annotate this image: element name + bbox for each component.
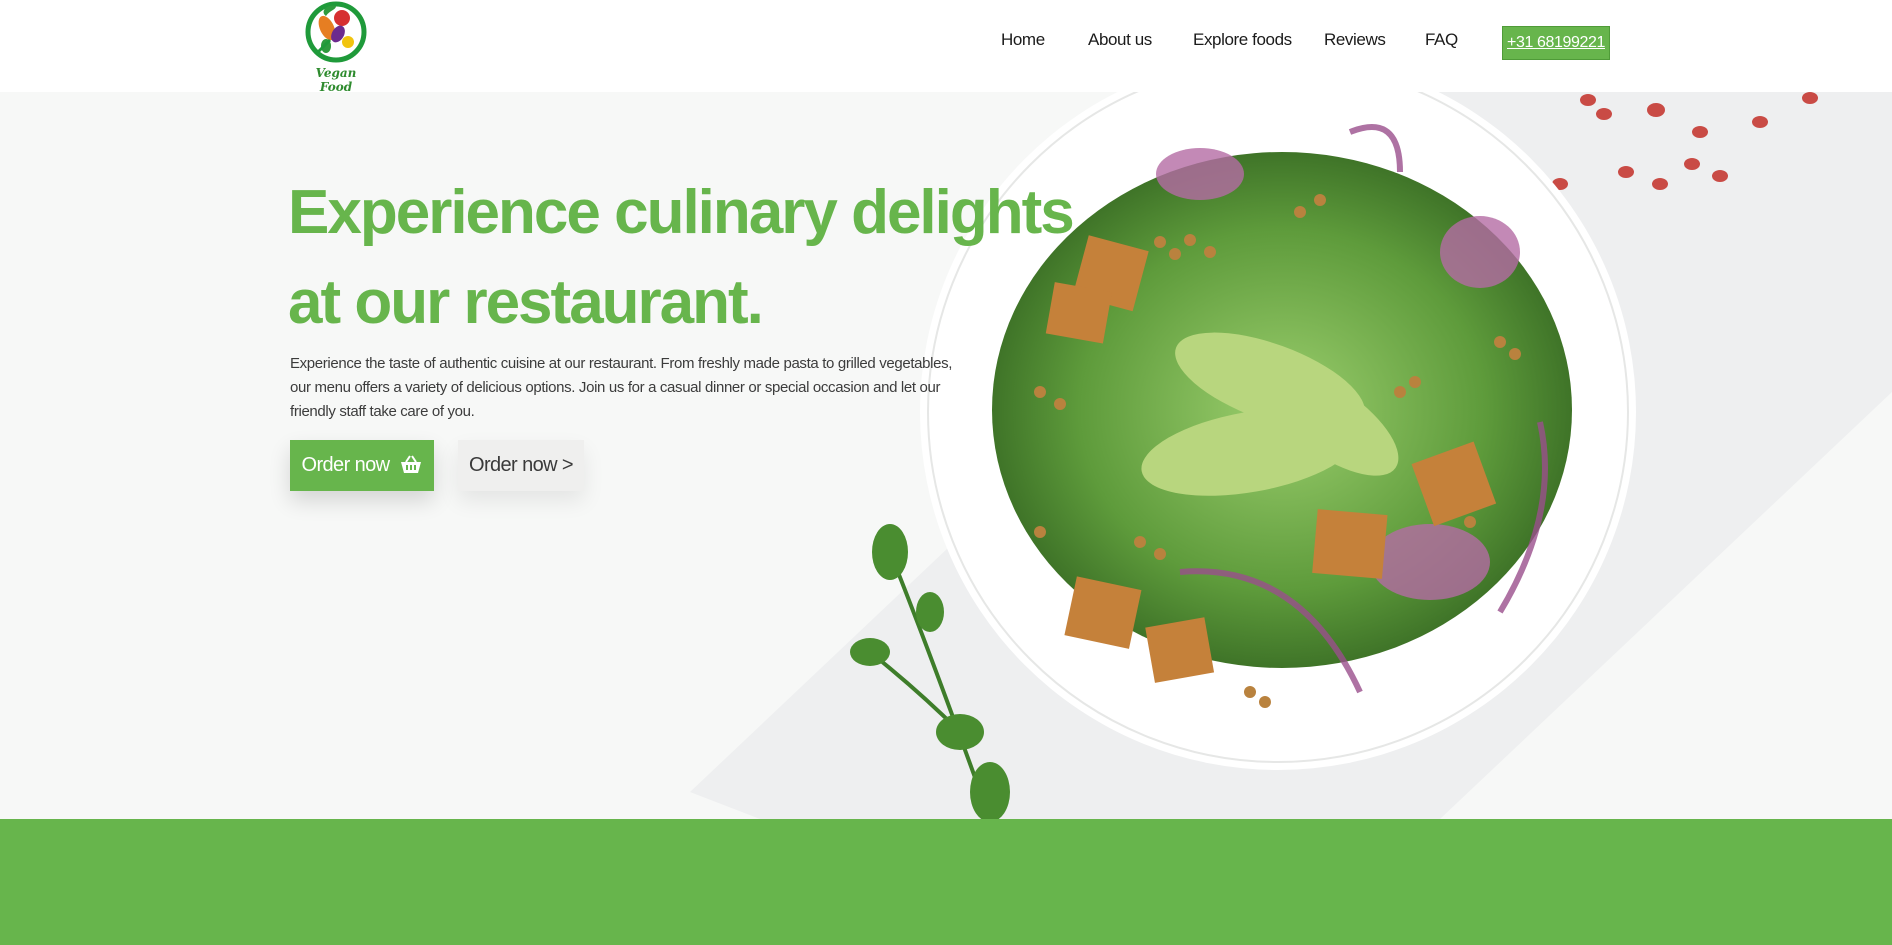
shopping-basket-icon [401,455,422,473]
headline-line-2: at our restaurant. [288,268,764,337]
hero-intro: Experience the taste of authentic cuisin… [290,355,953,420]
headline-line-1: Experience culinary delights [288,178,1075,247]
nav-home[interactable]: Home [1001,30,1045,50]
order-now-label: Order now [301,454,391,476]
order-now-button[interactable]: Order now [290,440,434,491]
nav-about-us[interactable]: About us [1088,30,1152,50]
nav-reviews[interactable]: Reviews [1324,30,1386,50]
logo-text: Vegan Food [315,66,357,94]
phone-button[interactable]: +31 68199221 [1502,26,1610,60]
green-band-section [0,819,1892,945]
site-header: Vegan Food Home About us Explore foods R… [0,0,1892,94]
hero-headline: Experience culinary delights at our rest… [288,168,1075,348]
nav-explore-foods[interactable]: Explore foods [1193,30,1292,50]
nav-faq[interactable]: FAQ [1425,30,1458,50]
hero-section: Experience culinary delights at our rest… [0,92,1892,819]
order-now-secondary-button[interactable]: Order now > [458,440,584,491]
